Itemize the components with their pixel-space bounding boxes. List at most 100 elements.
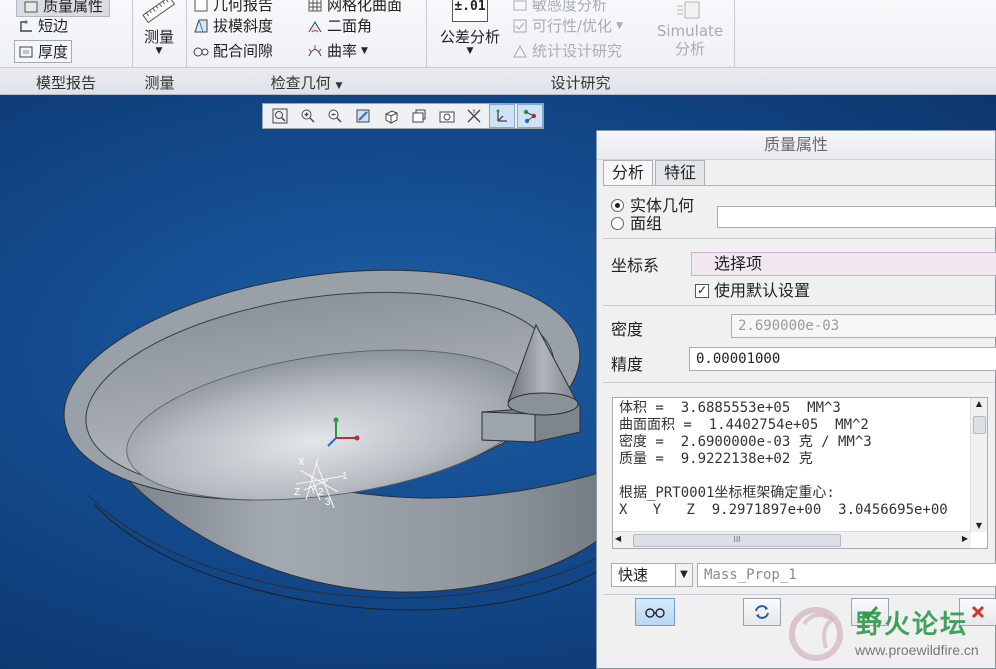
saved-views-icon <box>412 109 426 123</box>
chevron-down-icon: ▼ <box>361 45 368 56</box>
vertical-scroll-thumb[interactable] <box>973 416 986 434</box>
horizontal-scroll-thumb[interactable]: III <box>633 534 841 547</box>
mass-properties-icon <box>23 0 39 14</box>
display-style-button[interactable] <box>378 104 404 128</box>
zoom-fit-icon <box>272 108 288 124</box>
view-manager-button[interactable] <box>434 104 460 128</box>
statistical-study-button[interactable]: 统计设计研究 <box>512 40 622 61</box>
spin-center-icon <box>523 109 537 124</box>
scroll-down-icon: ▼ <box>975 521 983 530</box>
simulate-icon <box>650 0 730 22</box>
ruler-icon <box>138 0 180 24</box>
csys-label-z: Z <box>294 487 301 498</box>
csys-label-2: 2 <box>318 487 324 498</box>
watermark-text: 野火论坛 <box>856 610 969 640</box>
feasibility-button[interactable]: 可行性/优化 ▼ <box>512 15 623 36</box>
measure-button[interactable]: 测量 ▼ <box>138 0 180 56</box>
csys-collector[interactable]: 选择项 <box>691 252 996 276</box>
draft-label: 拔模斜度 <box>213 17 274 35</box>
zoom-in-button[interactable] <box>295 104 321 128</box>
meshed-surface-icon <box>307 0 323 13</box>
sensitivity-analysis-button[interactable]: 敏感度分析 <box>512 0 607 15</box>
spin-center-button[interactable] <box>517 104 543 128</box>
chevron-down-icon: ▼ <box>675 564 692 586</box>
simulate-label: Simulate <box>656 22 724 40</box>
analysis-panel: 实体几何 面组 坐标系 选择项 ✓ 使用默认设置 密度 2.690000e-03 … <box>603 185 996 668</box>
use-default-checkbox[interactable]: ✓ 使用默认设置 <box>695 277 810 301</box>
refresh-icon <box>755 605 769 619</box>
repeat-button[interactable] <box>743 598 781 626</box>
mode-select[interactable]: 快速 ▼ <box>611 563 693 587</box>
mass-properties-label: 质量属性 <box>43 0 104 15</box>
scroll-left-icon: ◀ <box>615 534 622 543</box>
datum-display-button[interactable] <box>462 104 488 128</box>
group-label-measure: 测量 <box>144 74 175 92</box>
quilt-collector[interactable] <box>717 206 996 228</box>
geometry-report-icon <box>193 0 209 13</box>
radio-quilt[interactable]: 面组 <box>611 210 662 234</box>
thickness-button[interactable]: 厚度 <box>14 40 73 63</box>
saved-orientation-button[interactable] <box>406 104 432 128</box>
short-edge-icon <box>18 18 34 34</box>
scroll-right-icon: ▶ <box>961 534 968 543</box>
results-text: 体积 = 3.6885553e+05 MM^3 曲面面积 = 1.4402754… <box>619 400 948 518</box>
radio-button <box>611 217 624 230</box>
simulate-button[interactable]: Simulate 分析 <box>650 0 730 58</box>
results-vertical-scrollbar[interactable]: ▲ ▼ <box>970 398 987 532</box>
geometry-report-button[interactable]: 几何报告 <box>193 0 273 15</box>
density-field[interactable]: 2.690000e-03 <box>731 314 996 338</box>
dihedral-angle-label: 二面角 <box>327 17 373 35</box>
thickness-label: 厚度 <box>38 43 69 61</box>
csys-label-y: Y <box>310 485 317 496</box>
group-label-model-report: 模型报告 <box>35 74 96 92</box>
short-edge-label: 短边 <box>38 17 69 35</box>
tab-analysis[interactable]: 分析 <box>603 160 654 185</box>
analysis-name-field[interactable]: Mass_Prop_1 <box>697 563 996 587</box>
scroll-up-icon: ▲ <box>975 399 983 408</box>
divider <box>603 382 995 383</box>
csys-collector-value: 选择项 <box>714 254 763 273</box>
zoom-fit-button[interactable] <box>267 104 293 128</box>
sensitivity-label: 敏感度分析 <box>532 0 608 14</box>
clearance-button[interactable]: 配合间隙 <box>193 40 273 61</box>
dihedral-angle-button[interactable]: 二面角 <box>307 15 372 36</box>
csys-label-1: 1 <box>342 471 348 482</box>
results-horizontal-scrollbar[interactable]: ◀ III ▶ <box>613 531 971 548</box>
curvature-icon <box>307 43 323 59</box>
chevron-down-icon: ▼ <box>155 46 163 56</box>
datum-display-icon <box>468 109 481 123</box>
divider <box>603 594 995 595</box>
statistical-study-label: 统计设计研究 <box>532 42 623 60</box>
glasses-icon <box>645 608 665 618</box>
checkbox-checked: ✓ <box>695 282 709 298</box>
scroll-grip: III <box>733 535 741 544</box>
measure-label: 测量 <box>143 28 174 46</box>
view-toolbar <box>262 103 544 129</box>
results-text-area[interactable]: 体积 = 3.6885553e+05 MM^3 曲面面积 = 1.4402754… <box>612 397 988 549</box>
repaint-button[interactable] <box>350 104 376 128</box>
group-label-check-geometry[interactable]: 检查几何 ▼ <box>187 72 426 93</box>
tolerance-analysis-label: 公差分析 <box>439 28 500 46</box>
short-edge-button[interactable]: 短边 <box>18 15 68 36</box>
meshed-surface-label: 网格化曲面 <box>327 0 403 14</box>
mass-properties-dialog: 质量属性 分析 特征 实体几何 面组 坐标系 选择项 ✓ 使用默认设置 密度 2.… <box>596 130 996 669</box>
accuracy-field[interactable]: 0.00001000 <box>689 347 996 371</box>
forum-logo-icon <box>789 607 843 661</box>
watermark-url: www.proewildfire.cn <box>855 642 979 658</box>
feasibility-label: 可行性/优化 <box>532 17 613 35</box>
csys-label-x: X <box>298 457 305 468</box>
divider <box>603 305 995 306</box>
csys-label-3: 3 <box>325 497 331 508</box>
draft-button[interactable]: 拔模斜度 <box>193 15 273 36</box>
feasibility-icon <box>512 18 528 34</box>
zoom-out-button[interactable] <box>323 104 349 128</box>
curvature-button[interactable]: 曲率 ▼ <box>307 40 368 61</box>
meshed-surface-button[interactable]: 网格化曲面 <box>307 0 402 15</box>
divider <box>603 238 995 239</box>
csys-display-button[interactable] <box>489 104 516 128</box>
sensitivity-icon <box>512 0 528 13</box>
chevron-down-icon: ▼ <box>466 46 474 56</box>
preview-button[interactable] <box>635 598 675 626</box>
tab-feature[interactable]: 特征 <box>655 160 706 185</box>
tolerance-analysis-button[interactable]: ±.01 公差分析 ▼ <box>432 0 508 56</box>
